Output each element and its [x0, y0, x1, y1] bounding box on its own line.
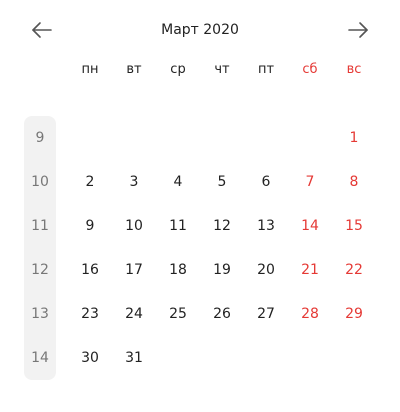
weekday-label-weekend: вс	[346, 62, 362, 77]
day-cell[interactable]: 22	[332, 248, 376, 292]
day-cell[interactable]: 25	[156, 292, 200, 336]
week-number: 11	[31, 218, 49, 234]
next-month-button[interactable]	[340, 12, 376, 48]
day-cell[interactable]: 19	[200, 248, 244, 292]
week-number: 13	[31, 306, 49, 322]
weekday-label: ср	[170, 62, 186, 77]
day-cell[interactable]: 31	[112, 336, 156, 380]
day-cell[interactable]: 30	[68, 336, 112, 380]
day-cell[interactable]: 13	[244, 204, 288, 248]
day-cell[interactable]: 3	[112, 160, 156, 204]
day-cell[interactable]: 7	[288, 160, 332, 204]
weekday-label-weekend: сб	[302, 62, 318, 77]
calendar-header: Март 2020	[0, 12, 400, 48]
weekday-label: пт	[257, 62, 275, 77]
day-cell[interactable]: 24	[112, 292, 156, 336]
day-cell[interactable]: 26	[200, 292, 244, 336]
arrow-right-icon	[348, 22, 368, 38]
week-number: 12	[31, 262, 49, 278]
weekday-label: пн	[81, 62, 99, 77]
day-cell[interactable]: 21	[288, 248, 332, 292]
day-cell[interactable]: 14	[288, 204, 332, 248]
day-cell[interactable]: 1	[332, 116, 376, 160]
day-cell[interactable]: 5	[200, 160, 244, 204]
day-cell[interactable]: 6	[244, 160, 288, 204]
day-cell[interactable]: 27	[244, 292, 288, 336]
day-cell[interactable]: 4	[156, 160, 200, 204]
day-cell[interactable]: 18	[156, 248, 200, 292]
day-cell[interactable]: 29	[332, 292, 376, 336]
day-cell[interactable]: 2	[68, 160, 112, 204]
week-number: 9	[35, 130, 45, 146]
day-cell[interactable]: 10	[112, 204, 156, 248]
week-number: 14	[31, 350, 49, 366]
day-cell[interactable]: 9	[68, 204, 112, 248]
day-cell[interactable]: 20	[244, 248, 288, 292]
day-cell[interactable]: 11	[156, 204, 200, 248]
weekday-label: чт	[214, 62, 230, 77]
day-cell[interactable]: 8	[332, 160, 376, 204]
day-cell[interactable]: 28	[288, 292, 332, 336]
day-cell[interactable]: 16	[68, 248, 112, 292]
weekday-header-row: пн вт ср чт пт сб вс	[0, 58, 400, 82]
week-number: 10	[31, 174, 49, 190]
day-cell[interactable]: 17	[112, 248, 156, 292]
day-cell[interactable]: 12	[200, 204, 244, 248]
weekday-label: вт	[126, 62, 142, 77]
day-cell[interactable]: 15	[332, 204, 376, 248]
day-cell[interactable]: 23	[68, 292, 112, 336]
